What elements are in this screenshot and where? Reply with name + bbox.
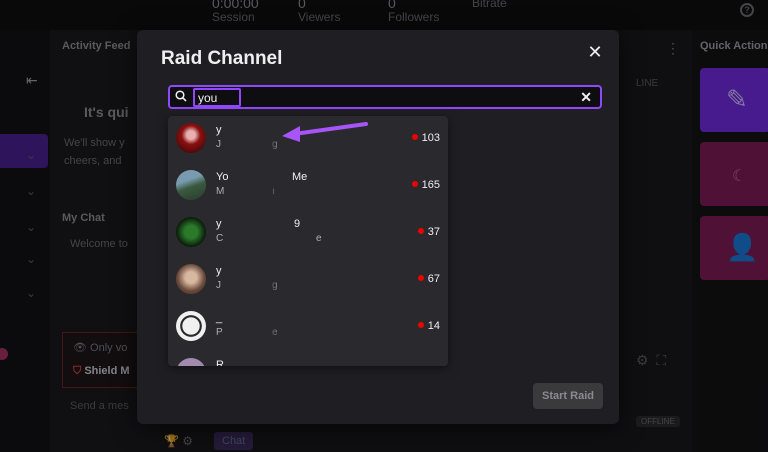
viewer-count: 67 <box>417 273 440 285</box>
live-dot <box>417 228 424 234</box>
live-dot <box>411 134 418 140</box>
viewer-count-value: 37 <box>427 226 440 238</box>
avatar <box>176 217 206 247</box>
result-name-fragment: Me <box>292 171 308 183</box>
blur-mask <box>232 116 282 366</box>
viewer-count: 14 <box>417 320 440 332</box>
viewer-count: 103 <box>411 132 440 144</box>
result-category: P <box>216 327 223 338</box>
result-name-fragment: 9 <box>294 218 301 230</box>
raid-channel-modal: Raid Channel ✕ ✕ y X J g 103 Yo Me <box>137 30 619 424</box>
search-box: ✕ <box>168 85 602 109</box>
viewer-count-value: 165 <box>421 179 440 191</box>
avatar <box>176 311 206 341</box>
search-input[interactable] <box>193 88 241 107</box>
result-category: J <box>216 280 221 291</box>
viewer-count-value: 67 <box>427 273 440 285</box>
result-category: J <box>216 139 221 150</box>
live-dot <box>417 275 424 281</box>
result-name: Yo <box>216 171 229 183</box>
avatar <box>176 123 206 153</box>
annotation-arrow <box>282 122 368 142</box>
result-row[interactable]: y J g 67 <box>168 257 448 303</box>
result-name: y <box>216 218 222 230</box>
avatar <box>176 358 206 366</box>
result-name: R <box>216 359 224 366</box>
avatar <box>176 170 206 200</box>
clear-icon[interactable]: ✕ <box>580 89 592 105</box>
start-raid-button[interactable]: Start Raid <box>533 383 603 409</box>
result-category-fragment: e <box>316 233 322 244</box>
stream-manager: 0:00:00 Session 0 Viewers 0 Followers Bi… <box>0 0 768 452</box>
result-row[interactable]: Yo Me M ı 165 <box>168 163 448 209</box>
viewer-count-value: 103 <box>421 132 440 144</box>
close-icon[interactable]: ✕ <box>585 42 605 62</box>
viewer-count: 37 <box>417 226 440 238</box>
avatar <box>176 264 206 294</box>
result-category: C <box>216 233 224 244</box>
viewer-count-value: 14 <box>427 320 440 332</box>
viewer-count: 165 <box>411 179 440 191</box>
result-name: y <box>216 124 222 136</box>
result-category: M <box>216 186 225 197</box>
search-results: y X J g 103 Yo Me M ı 165 y 9 C e 37 <box>168 116 448 366</box>
modal-title: Raid Channel <box>161 48 283 69</box>
result-row[interactable]: R <box>168 351 448 366</box>
result-row[interactable]: y 9 C e 37 <box>168 210 448 256</box>
result-row[interactable]: _ P e 14 <box>168 304 448 350</box>
live-dot <box>411 181 418 187</box>
live-dot <box>417 322 424 328</box>
search-icon <box>175 90 187 102</box>
result-name: y <box>216 265 222 277</box>
result-name: _ <box>216 312 223 324</box>
